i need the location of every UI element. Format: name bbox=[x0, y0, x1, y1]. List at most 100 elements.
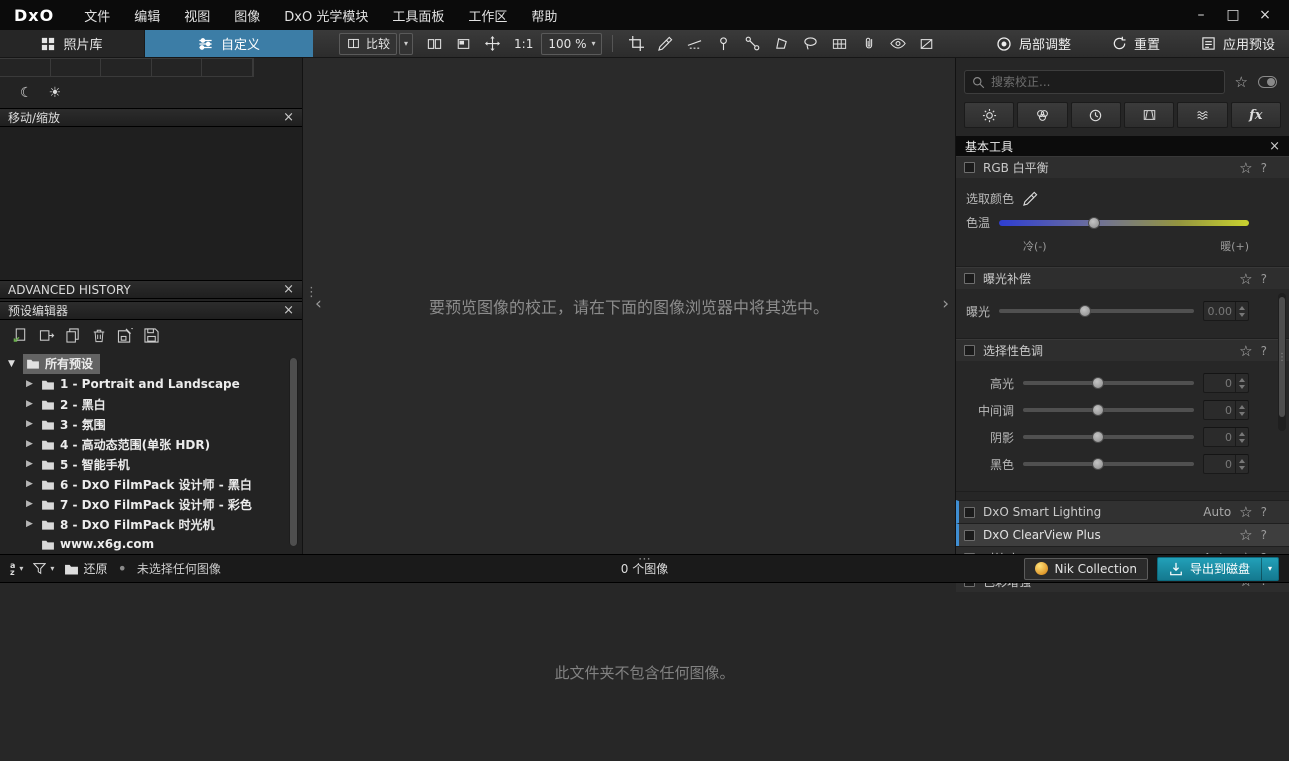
chevron-right-icon[interactable]: ▶ bbox=[26, 439, 36, 449]
tree-item-all-presets[interactable]: ▼ 所有预设 bbox=[0, 354, 302, 374]
temperature-slider[interactable] bbox=[999, 216, 1249, 229]
menu-image[interactable]: 图像 bbox=[222, 6, 272, 25]
stepper[interactable] bbox=[1235, 302, 1248, 320]
lasso-tool-button[interactable] bbox=[797, 32, 824, 56]
duplicate-preset-button[interactable] bbox=[66, 327, 81, 343]
close-button[interactable]: × bbox=[1249, 7, 1281, 23]
save-preset-button[interactable] bbox=[144, 327, 159, 343]
create-preset-button[interactable] bbox=[12, 327, 28, 343]
star-icon[interactable]: ☆ bbox=[1239, 342, 1252, 360]
highlights-slider[interactable] bbox=[1023, 377, 1194, 389]
clearview-checkbox[interactable] bbox=[964, 529, 975, 541]
chevron-right-icon[interactable]: ▶ bbox=[26, 419, 36, 429]
exposure-slider[interactable] bbox=[999, 305, 1194, 317]
menu-workspace[interactable]: 工作区 bbox=[456, 6, 519, 25]
stepper[interactable] bbox=[1235, 428, 1248, 446]
highlight-clipping-icon[interactable]: ☀ bbox=[49, 85, 62, 101]
tree-item[interactable]: ▶ 2 - 黑白 bbox=[0, 394, 302, 414]
tab-layers[interactable] bbox=[1177, 102, 1228, 128]
tab-photolibrary[interactable]: 照片库 bbox=[0, 30, 145, 57]
apply-preset-button[interactable]: 应用预设 bbox=[1187, 30, 1289, 57]
tree-item[interactable]: ▶ 3 - 氛围 bbox=[0, 414, 302, 434]
clearview-row[interactable]: DxO ClearView Plus ☆ ? bbox=[956, 523, 1289, 546]
tab-light[interactable] bbox=[964, 102, 1015, 128]
filter-button[interactable]: ▾ bbox=[33, 562, 54, 575]
control-point-button[interactable] bbox=[710, 32, 737, 56]
chevron-right-icon[interactable]: ▶ bbox=[26, 499, 36, 509]
smart-lighting-row[interactable]: DxO Smart Lighting Auto ☆ ? bbox=[956, 500, 1289, 523]
navigator-preview[interactable] bbox=[0, 127, 302, 280]
close-icon[interactable]: × bbox=[1269, 139, 1280, 154]
search-input[interactable] bbox=[991, 75, 1217, 89]
close-icon[interactable]: × bbox=[283, 303, 294, 318]
stepper[interactable] bbox=[1235, 401, 1248, 419]
menu-view[interactable]: 视图 bbox=[172, 6, 222, 25]
tree-item[interactable]: ▶ 8 - DxO FilmPack 时光机 bbox=[0, 514, 302, 534]
blacks-slider[interactable] bbox=[1023, 458, 1194, 470]
menu-tool-panels[interactable]: 工具面板 bbox=[380, 6, 456, 25]
star-icon[interactable]: ☆ bbox=[1239, 270, 1252, 288]
horizon-tool-button[interactable] bbox=[681, 32, 708, 56]
midtones-value[interactable]: 0 bbox=[1203, 400, 1249, 420]
close-icon[interactable]: × bbox=[283, 110, 294, 125]
control-line-button[interactable] bbox=[739, 32, 766, 56]
tree-item[interactable]: ▶ 7 - DxO FilmPack 设计师 - 彩色 bbox=[0, 494, 302, 514]
minimize-button[interactable]: – bbox=[1185, 7, 1217, 23]
shadows-value[interactable]: 0 bbox=[1203, 427, 1249, 447]
rgb-wb-checkbox[interactable] bbox=[964, 162, 975, 173]
chevron-right-icon[interactable]: ▶ bbox=[26, 399, 36, 409]
export-preset-button[interactable] bbox=[39, 328, 55, 343]
stepper[interactable] bbox=[1235, 374, 1248, 392]
blacks-value[interactable]: 0 bbox=[1203, 454, 1249, 474]
pan-button[interactable] bbox=[479, 32, 506, 56]
eyedropper-icon[interactable] bbox=[1023, 191, 1038, 206]
reset-button[interactable]: 重置 bbox=[1098, 30, 1174, 57]
tree-item[interactable]: www.x6g.com bbox=[0, 534, 302, 554]
tab-geometry[interactable] bbox=[1123, 102, 1175, 128]
zoom-1to1-button[interactable]: 1:1 bbox=[508, 33, 539, 55]
exposure-checkbox[interactable] bbox=[964, 273, 975, 284]
shadow-clipping-icon[interactable]: ☾ bbox=[20, 85, 33, 101]
maximize-button[interactable]: □ bbox=[1217, 7, 1249, 23]
export-to-disk-button[interactable]: 导出到磁盘 ▾ bbox=[1156, 556, 1279, 581]
tree-item[interactable]: ▶ 5 - 智能手机 bbox=[0, 454, 302, 474]
tab-color[interactable] bbox=[1017, 102, 1068, 128]
menu-help[interactable]: 帮助 bbox=[519, 6, 569, 25]
polygon-tool-button[interactable] bbox=[768, 32, 795, 56]
tree-item[interactable]: ▶ 4 - 高动态范围(单张 HDR) bbox=[0, 434, 302, 454]
menu-edit[interactable]: 编辑 bbox=[122, 6, 172, 25]
tree-item[interactable]: ▶ 6 - DxO FilmPack 设计师 - 黑白 bbox=[0, 474, 302, 494]
chevron-right-icon[interactable]: ▶ bbox=[26, 479, 36, 489]
compare-dropdown[interactable]: ▾ bbox=[399, 32, 414, 55]
menu-optics-modules[interactable]: DxO 光学模块 bbox=[272, 6, 380, 25]
split-view-button[interactable] bbox=[421, 32, 448, 56]
zoom-level-select[interactable]: 100 % ▾ bbox=[541, 32, 603, 55]
delete-preset-button[interactable] bbox=[92, 328, 106, 343]
stepper[interactable] bbox=[1235, 455, 1248, 473]
preset-editor-panel-header[interactable]: 预设编辑器 × bbox=[0, 301, 302, 320]
right-panel-scrollbar[interactable]: ⋮ bbox=[1277, 293, 1287, 431]
reshape-grid-button[interactable] bbox=[826, 32, 853, 56]
collapse-left-panel-icon[interactable]: ‹ bbox=[315, 296, 322, 313]
chevron-right-icon[interactable]: ▶ bbox=[26, 459, 36, 469]
advanced-history-panel-header[interactable]: ADVANCED HISTORY × bbox=[0, 280, 302, 299]
chevron-down-icon[interactable]: ▼ bbox=[8, 359, 18, 369]
collapse-right-panel-icon[interactable]: › bbox=[942, 296, 949, 313]
favorites-filter-icon[interactable]: ☆ bbox=[1235, 73, 1248, 91]
rename-preset-button[interactable] bbox=[117, 327, 133, 343]
tab-customize[interactable]: 自定义 bbox=[145, 30, 313, 57]
show-mask-button[interactable] bbox=[884, 32, 911, 56]
shadows-slider[interactable] bbox=[1023, 431, 1194, 443]
help-icon[interactable]: ? bbox=[1261, 161, 1267, 175]
help-icon[interactable]: ? bbox=[1261, 272, 1267, 286]
star-icon[interactable]: ☆ bbox=[1239, 526, 1252, 544]
compare-button[interactable]: 比较 bbox=[339, 32, 398, 55]
mask-manager-button[interactable] bbox=[913, 32, 940, 56]
close-icon[interactable]: × bbox=[283, 282, 294, 297]
restore-folder-button[interactable]: 还原 bbox=[64, 560, 107, 577]
tab-detail[interactable] bbox=[1070, 102, 1121, 128]
menu-file[interactable]: 文件 bbox=[72, 6, 122, 25]
help-icon[interactable]: ? bbox=[1261, 505, 1267, 519]
basic-tools-header[interactable]: 基本工具 × bbox=[956, 136, 1289, 156]
help-icon[interactable]: ? bbox=[1261, 344, 1267, 358]
